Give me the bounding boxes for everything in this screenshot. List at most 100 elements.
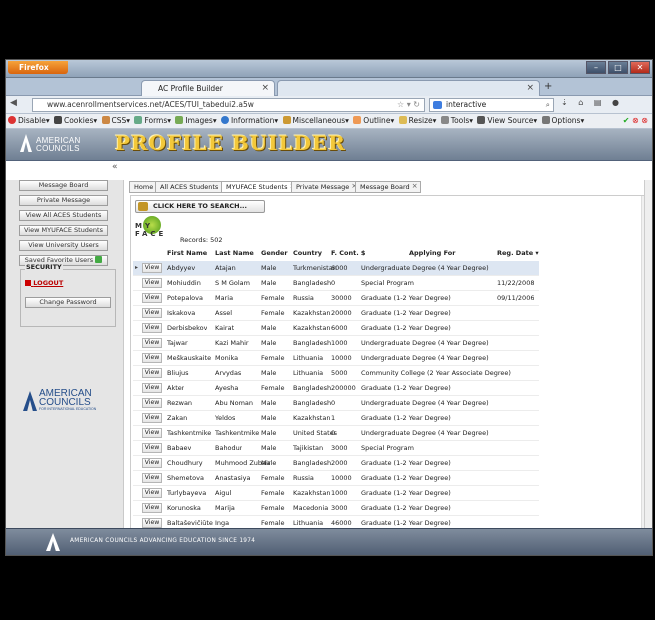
view-all-aces-students-button[interactable]: View All ACES Students <box>19 210 108 221</box>
view-button[interactable]: View <box>142 368 162 378</box>
table-row[interactable]: View Zakan Yeldos Male Kazakhstan 1 Graduate (… <box>133 411 539 426</box>
magnifier-icon <box>138 202 148 211</box>
private-message-button[interactable]: Private Message <box>19 195 108 206</box>
view-button[interactable]: View <box>142 458 162 468</box>
view-button[interactable]: View <box>142 443 162 453</box>
column-header-last-name[interactable]: Last Name <box>215 247 254 259</box>
view-button[interactable]: View <box>142 473 162 483</box>
table-row[interactable]: View Derbisbekov Kairat Male Kazakhstan 6000 G… <box>133 321 539 336</box>
cell-family-contribution: 6000 <box>331 264 348 272</box>
tab-myuface-students[interactable]: MYUFACE Students× <box>221 181 299 193</box>
dev-item-options[interactable]: Options▾ <box>541 114 584 128</box>
cell-gender: Female <box>261 294 285 302</box>
table-row[interactable]: View Choudhury Muhmood Zubair Male Banglades… <box>133 456 539 471</box>
cell-first-name: Bliujus <box>167 369 189 377</box>
browser-tab-active[interactable]: AC Profile Builder × <box>141 80 275 96</box>
cell-last-name: Anastasiya <box>215 474 251 482</box>
cell-gender: Female <box>261 504 285 512</box>
table-row[interactable]: View Mohiuddin S M Golam Male Bangladesh 0 Spe… <box>133 276 539 291</box>
dev-item-cookies[interactable]: Cookies▾ <box>53 114 97 128</box>
dev-item-resize[interactable]: Resize▾ <box>398 114 436 128</box>
view-button[interactable]: View <box>142 338 162 348</box>
tab-private-message[interactable]: Private Message× <box>291 181 361 193</box>
cell-applying-for: Community College (2 Year Associate Degr… <box>361 369 511 377</box>
column-header-gender[interactable]: Gender <box>261 247 288 259</box>
table-row[interactable]: ▸ View Abdyyev Atajan Male Turkmenistan 6000 Un… <box>133 261 539 276</box>
message-board-button[interactable]: Message Board <box>19 180 108 191</box>
table-row[interactable]: View Turlybayeva Aigul Female Kazakhstan 1000… <box>133 486 539 501</box>
cell-family-contribution: 0 <box>331 429 336 437</box>
column-header-applying-for[interactable]: Applying For <box>409 247 455 259</box>
browser-tab-blank[interactable]: × <box>277 80 540 96</box>
cell-country: Bangladesh <box>293 279 332 287</box>
column-header-first-name[interactable]: First Name <box>167 247 207 259</box>
american-councils-logo-icon <box>23 391 37 411</box>
table-row[interactable]: View Korunoska Marija Female Macedonia 3000 Gr… <box>133 501 539 516</box>
table-row[interactable]: View Iskakova Assel Female Kazakhstan 20000 Gr… <box>133 306 539 321</box>
view-button[interactable]: View <box>142 428 162 438</box>
column-header-family-contribution[interactable]: F. Cont. $ <box>331 247 365 259</box>
column-header-country[interactable]: Country <box>293 247 322 259</box>
view-button[interactable]: View <box>142 278 162 288</box>
tab-message-board[interactable]: Message Board × <box>355 181 421 193</box>
cell-gender: Male <box>261 339 277 347</box>
view-button[interactable]: View <box>142 308 162 318</box>
view-button[interactable]: View <box>142 383 162 393</box>
cell-first-name: Abdyyev <box>167 264 196 272</box>
table-row[interactable]: View Rezwan Abu Noman Male Bangladesh 0 Underg… <box>133 396 539 411</box>
view-button[interactable]: View <box>142 293 162 303</box>
cell-applying-for: Graduate (1-2 Year Degree) <box>361 309 451 317</box>
table-row[interactable]: View Meškauskaite Monika Female Lithuania 100… <box>133 351 539 366</box>
url-bar[interactable]: www.acenrollmentservices.net/ACES/TUI_ta… <box>32 98 425 112</box>
view-button[interactable]: View <box>142 518 162 528</box>
close-tab-icon[interactable]: × <box>526 81 534 96</box>
view-button[interactable]: View <box>142 263 162 273</box>
table-row[interactable]: View Tashkentmike Tashkentmike Male United S… <box>133 426 539 441</box>
search-icon[interactable]: ⌕ <box>546 99 550 111</box>
collapse-sidebar-icon[interactable]: « <box>112 162 118 172</box>
search-input[interactable]: interactive ⌕ <box>429 98 554 112</box>
close-tab-icon[interactable]: × <box>261 81 269 96</box>
view-button[interactable]: View <box>142 323 162 333</box>
dev-item-disable[interactable]: Disable▾ <box>8 114 50 128</box>
dev-item-css[interactable]: CSS▾ <box>101 114 130 128</box>
view-button[interactable]: View <box>142 413 162 423</box>
dev-item-outline[interactable]: Outline▾ <box>353 114 394 128</box>
back-arrow-icon[interactable]: ◀ <box>10 98 17 108</box>
dev-item-information[interactable]: Information▾ <box>220 114 278 128</box>
view-button[interactable]: View <box>142 503 162 513</box>
close-window-button[interactable]: ✕ <box>630 61 650 74</box>
tab-all-aces-students[interactable]: All ACES Students× <box>155 181 230 193</box>
page-scrollbar[interactable] <box>644 180 652 528</box>
american-councils-logo-icon <box>46 533 60 551</box>
maximize-button[interactable]: □ <box>608 61 628 74</box>
view-button[interactable]: View <box>142 398 162 408</box>
reload-icon[interactable]: ☆ ▾ ↻ <box>397 99 420 111</box>
dev-item-forms[interactable]: Forms▾ <box>134 114 171 128</box>
new-tab-button[interactable]: + <box>544 81 552 92</box>
view-button[interactable]: View <box>142 353 162 363</box>
cell-country: Lithuania <box>293 369 324 377</box>
table-row[interactable]: View Shemetova Anastasiya Female Russia 10000… <box>133 471 539 486</box>
search-button[interactable]: CLICK HERE TO SEARCH... <box>135 200 265 213</box>
table-row[interactable]: View Potepalova Maria Female Russia 30000 Grad… <box>133 291 539 306</box>
change-password-button[interactable]: Change Password <box>25 297 111 308</box>
close-tab-icon[interactable]: × <box>412 181 418 191</box>
dev-item-tools[interactable]: Tools▾ <box>440 114 473 128</box>
view-myuface-students-button[interactable]: View MYUFACE Students <box>19 225 108 236</box>
table-row[interactable]: View Tajwar Kazi Mahir Male Bangladesh 1000 Un… <box>133 336 539 351</box>
tab-home[interactable]: Home <box>129 181 159 193</box>
view-button[interactable]: View <box>142 488 162 498</box>
minimize-button[interactable]: – <box>586 61 606 74</box>
dev-item-view-source[interactable]: View Source▾ <box>477 114 537 128</box>
dev-item-miscellaneous[interactable]: Miscellaneous▾ <box>282 114 349 128</box>
table-row[interactable]: View Akter Ayesha Female Bangladesh 200000 Gra… <box>133 381 539 396</box>
table-row[interactable]: View Bliujus Arvydas Male Lithuania 5000 Commu… <box>133 366 539 381</box>
toolbar-icons[interactable]: ⇣ ⌂ ▤ ● <box>561 98 623 107</box>
logout-link[interactable]: LOGOUT <box>25 279 63 287</box>
dev-item-images[interactable]: Images▾ <box>175 114 217 128</box>
table-row[interactable]: View Babaev Bahodur Male Tajikistan 3000 Speci… <box>133 441 539 456</box>
view-university-users-button[interactable]: View University Users <box>19 240 108 251</box>
firefox-menu-button[interactable]: Firefox <box>8 61 68 74</box>
column-header-reg-date[interactable]: Reg. Date ▾ <box>497 247 539 259</box>
